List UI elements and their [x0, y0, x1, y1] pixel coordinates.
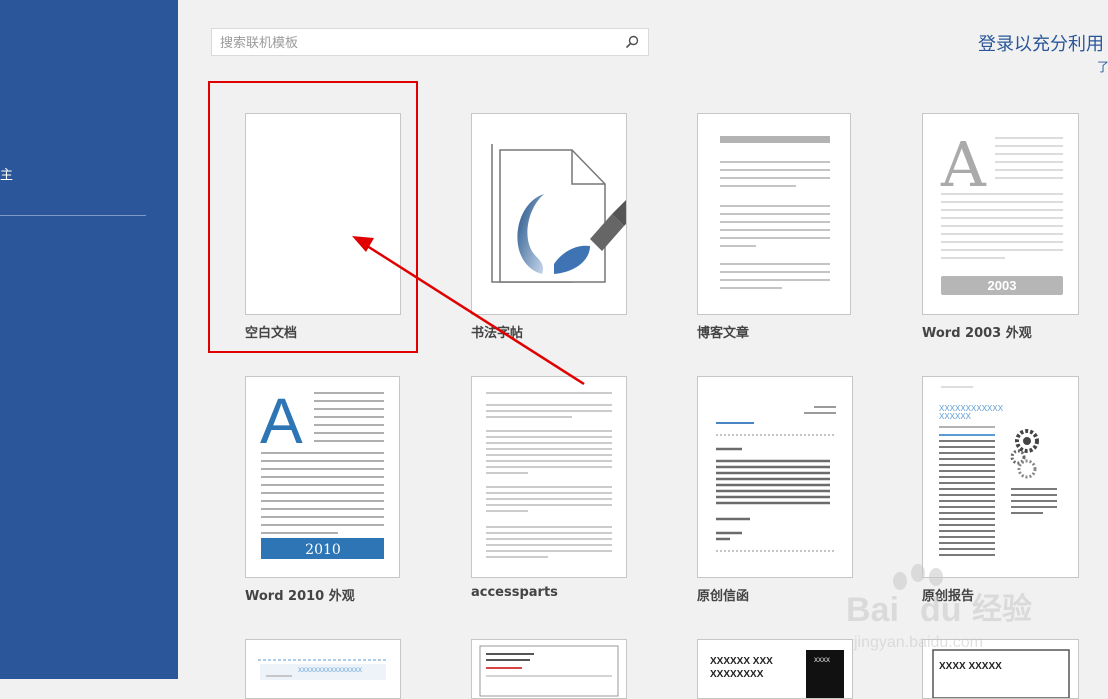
template-thumbnail[interactable]: XXXXXXXXXXXX XXXXXX — [922, 376, 1079, 578]
gear-icon — [1010, 429, 1039, 479]
word-2003-preview: A 2003 — [940, 128, 1063, 295]
row3-title-text: XXXX XXXXX — [939, 661, 1002, 672]
letter-preview — [716, 406, 836, 552]
row3-preview-4: XXXX XXXXX — [932, 649, 1070, 698]
template-card-calligraphy[interactable]: 书法字帖 — [471, 113, 627, 343]
template-label: 空白文档 — [245, 326, 298, 341]
version-badge-text: 2010 — [305, 542, 341, 558]
template-thumbnail[interactable]: A 2010 — [245, 376, 400, 578]
watermark-logo: Bai — [846, 591, 899, 629]
large-letter-a: A — [940, 128, 987, 201]
word-2010-preview: A 2010 — [260, 385, 384, 559]
template-thumbnail[interactable]: A 2003 — [922, 113, 1079, 315]
row3-preview-2 — [479, 645, 619, 697]
calligraphy-illustration — [491, 144, 626, 283]
template-thumbnail[interactable]: XXXXXX XXX XXXXXXXX XXXX — [697, 639, 853, 699]
search-icon[interactable] — [624, 34, 640, 50]
search-input[interactable] — [218, 32, 622, 54]
template-thumbnail[interactable]: XXXXXXXXXXXXXXXX — [245, 639, 401, 699]
template-card-row3-1[interactable]: XXXXXXXXXXXXXXXX — [245, 639, 401, 699]
row3-sub-text: XXXXXXXX — [710, 669, 764, 680]
version-badge-text: 2003 — [988, 278, 1017, 293]
template-card-blog-post[interactable]: 博客文章 — [697, 113, 853, 343]
row3-preview-1: XXXXXXXXXXXXXXXX — [258, 659, 388, 680]
template-label: 博客文章 — [697, 326, 750, 341]
template-card-word-2010[interactable]: A 2010 Word 2010 外观 — [245, 376, 401, 606]
blog-page-preview — [720, 136, 830, 289]
template-thumbnail[interactable] — [471, 639, 627, 699]
row3-title-text: XXXXXX XXX — [710, 656, 773, 667]
template-label: 原创报告 — [922, 589, 975, 604]
template-thumbnail[interactable] — [471, 376, 627, 578]
large-letter-a: A — [260, 385, 303, 457]
row3-side-text: XXXX — [814, 658, 830, 664]
learn-more-link[interactable]: 了 — [1097, 58, 1108, 75]
template-label: 原创信函 — [697, 589, 750, 604]
template-card-blank[interactable]: 空白文档 — [245, 113, 401, 343]
template-label: accessparts — [471, 585, 558, 600]
row3-heading-text: XXXXXXXXXXXXXXXX — [298, 668, 362, 674]
template-card-row3-4[interactable]: XXXX XXXXX — [922, 639, 1080, 699]
sidebar-separator — [0, 215, 146, 216]
template-thumbnail[interactable] — [245, 113, 401, 315]
template-label: Word 2003 外观 — [922, 326, 1032, 341]
signin-prompt[interactable]: 登录以充分利用 — [978, 30, 1104, 56]
template-card-original-report[interactable]: XXXXXXXXXXXX XXXXXX 原创报告 — [922, 376, 1080, 606]
report-preview: XXXXXXXXXXXX XXXXXX — [939, 386, 1057, 556]
accessparts-preview — [486, 392, 612, 558]
template-thumbnail[interactable] — [697, 376, 853, 578]
template-thumbnail[interactable] — [697, 113, 851, 315]
report-subtitle: XXXXXX — [939, 412, 972, 421]
template-label: 书法字帖 — [471, 326, 524, 341]
template-card-original-letter[interactable]: 原创信函 — [697, 376, 853, 606]
template-label: Word 2010 外观 — [245, 589, 355, 604]
template-thumbnail[interactable] — [471, 113, 627, 315]
template-thumbnail[interactable]: XXXX XXXXX — [922, 639, 1079, 699]
template-card-accessparts[interactable]: accessparts — [471, 376, 627, 606]
backstage-sidebar: 主 — [0, 0, 178, 679]
row3-preview-3: XXXXXX XXX XXXXXXXX XXXX — [710, 650, 844, 698]
template-search-box[interactable] — [211, 28, 649, 56]
template-card-row3-2[interactable] — [471, 639, 627, 699]
sidebar-nav-item-fragment[interactable]: 主 — [0, 164, 13, 183]
template-card-word-2003[interactable]: A 2003 Word 2003 外观 — [922, 113, 1080, 343]
template-card-row3-3[interactable]: XXXXXX XXX XXXXXXXX XXXX — [697, 639, 853, 699]
